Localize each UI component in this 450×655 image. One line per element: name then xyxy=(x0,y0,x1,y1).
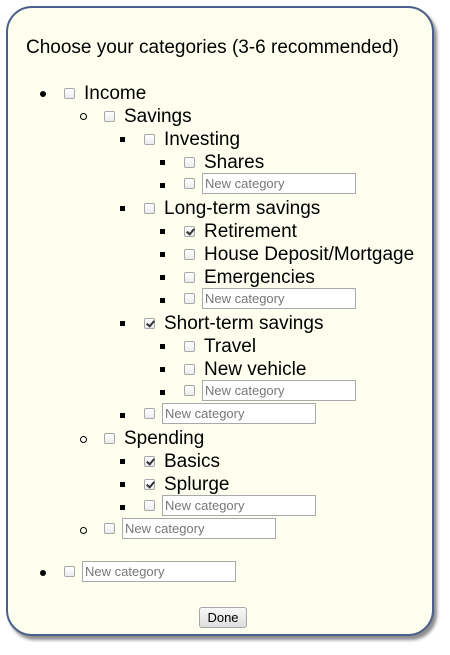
bullet-square xyxy=(160,390,165,395)
house-deposit-label: House Deposit/Mortgage xyxy=(204,243,415,265)
income-checkbox[interactable] xyxy=(64,88,75,99)
basics-checkbox[interactable] xyxy=(144,456,155,467)
new-category-input[interactable] xyxy=(122,518,276,539)
new-category-input[interactable] xyxy=(162,495,316,516)
new-category-checkbox[interactable] xyxy=(184,178,195,189)
bullet-circle xyxy=(80,527,87,534)
bullet-square xyxy=(120,482,125,487)
bullet-square xyxy=(120,505,125,510)
bullet-square xyxy=(120,321,125,326)
new-category-checkbox[interactable] xyxy=(144,500,155,511)
long-term-savings-label: Long-term savings xyxy=(164,197,321,219)
dialog-title: Choose your categories (3-6 recommended) xyxy=(26,37,399,58)
category-investing: Investing xyxy=(144,128,240,151)
category-splurge: Splurge xyxy=(144,473,230,496)
bullet-square xyxy=(120,413,125,418)
bullet-disc xyxy=(40,570,46,576)
savings-checkbox[interactable] xyxy=(104,111,115,122)
bullet-square xyxy=(120,137,125,142)
category-savings: Savings xyxy=(104,105,192,128)
bullet-square xyxy=(160,298,165,303)
new-category-row xyxy=(184,287,356,310)
new-category-checkbox[interactable] xyxy=(184,293,195,304)
new-category-row xyxy=(104,517,276,540)
splurge-checkbox[interactable] xyxy=(144,479,155,490)
income-label: Income xyxy=(84,82,147,104)
basics-label: Basics xyxy=(164,450,220,472)
category-retirement: Retirement xyxy=(184,220,297,243)
new-category-input[interactable] xyxy=(202,288,356,309)
bullet-square xyxy=(160,344,165,349)
new-category-row xyxy=(144,494,316,517)
bullet-square xyxy=(160,367,165,372)
category-chooser-dialog: Choose your categories (3-6 recommended)… xyxy=(6,6,434,636)
house-deposit-checkbox[interactable] xyxy=(184,249,195,260)
new-category-checkbox[interactable] xyxy=(144,408,155,419)
spending-label: Spending xyxy=(124,427,205,449)
bullet-square xyxy=(120,206,125,211)
long-term-savings-checkbox[interactable] xyxy=(144,203,155,214)
category-income: Income xyxy=(64,82,146,105)
short-term-savings-label: Short-term savings xyxy=(164,312,324,334)
emergencies-label: Emergencies xyxy=(204,266,315,288)
investing-label: Investing xyxy=(164,128,241,150)
short-term-savings-checkbox[interactable] xyxy=(144,318,155,329)
category-travel: Travel xyxy=(184,335,256,358)
retirement-checkbox[interactable] xyxy=(184,226,195,237)
category-house-deposit: House Deposit/Mortgage xyxy=(184,243,414,266)
investing-checkbox[interactable] xyxy=(144,134,155,145)
new-vehicle-checkbox[interactable] xyxy=(184,364,195,375)
new-vehicle-label: New vehicle xyxy=(204,358,307,380)
travel-checkbox[interactable] xyxy=(184,341,195,352)
category-basics: Basics xyxy=(144,450,220,473)
savings-label: Savings xyxy=(124,105,192,127)
category-emergencies: Emergencies xyxy=(184,266,315,289)
emergencies-checkbox[interactable] xyxy=(184,272,195,283)
bullet-disc xyxy=(40,91,46,97)
bullet-square xyxy=(160,183,165,188)
bullet-square xyxy=(120,459,125,464)
category-short-term-savings: Short-term savings xyxy=(144,312,323,335)
new-category-input[interactable] xyxy=(202,173,356,194)
done-button[interactable]: Done xyxy=(199,607,247,628)
shares-checkbox[interactable] xyxy=(184,157,195,168)
spending-checkbox[interactable] xyxy=(104,433,115,444)
new-category-input[interactable] xyxy=(202,380,356,401)
shares-label: Shares xyxy=(204,151,265,173)
bullet-circle xyxy=(80,113,87,120)
new-category-row xyxy=(64,560,236,583)
bullet-square xyxy=(160,229,165,234)
new-category-row xyxy=(184,172,356,195)
splurge-label: Splurge xyxy=(164,473,230,495)
category-shares: Shares xyxy=(184,151,264,174)
bullet-square xyxy=(160,252,165,257)
category-new-vehicle: New vehicle xyxy=(184,358,306,381)
new-category-checkbox[interactable] xyxy=(64,566,75,577)
bullet-square xyxy=(160,160,165,165)
new-category-input[interactable] xyxy=(82,561,236,582)
category-spending: Spending xyxy=(104,427,204,450)
new-category-checkbox[interactable] xyxy=(104,523,115,534)
new-category-checkbox[interactable] xyxy=(184,385,195,396)
new-category-input[interactable] xyxy=(162,403,316,424)
category-long-term-savings: Long-term savings xyxy=(144,197,320,220)
bullet-square xyxy=(160,275,165,280)
bullet-circle xyxy=(80,436,87,443)
new-category-row xyxy=(144,402,316,425)
retirement-label: Retirement xyxy=(204,220,297,242)
new-category-row xyxy=(184,379,356,402)
travel-label: Travel xyxy=(204,335,257,357)
